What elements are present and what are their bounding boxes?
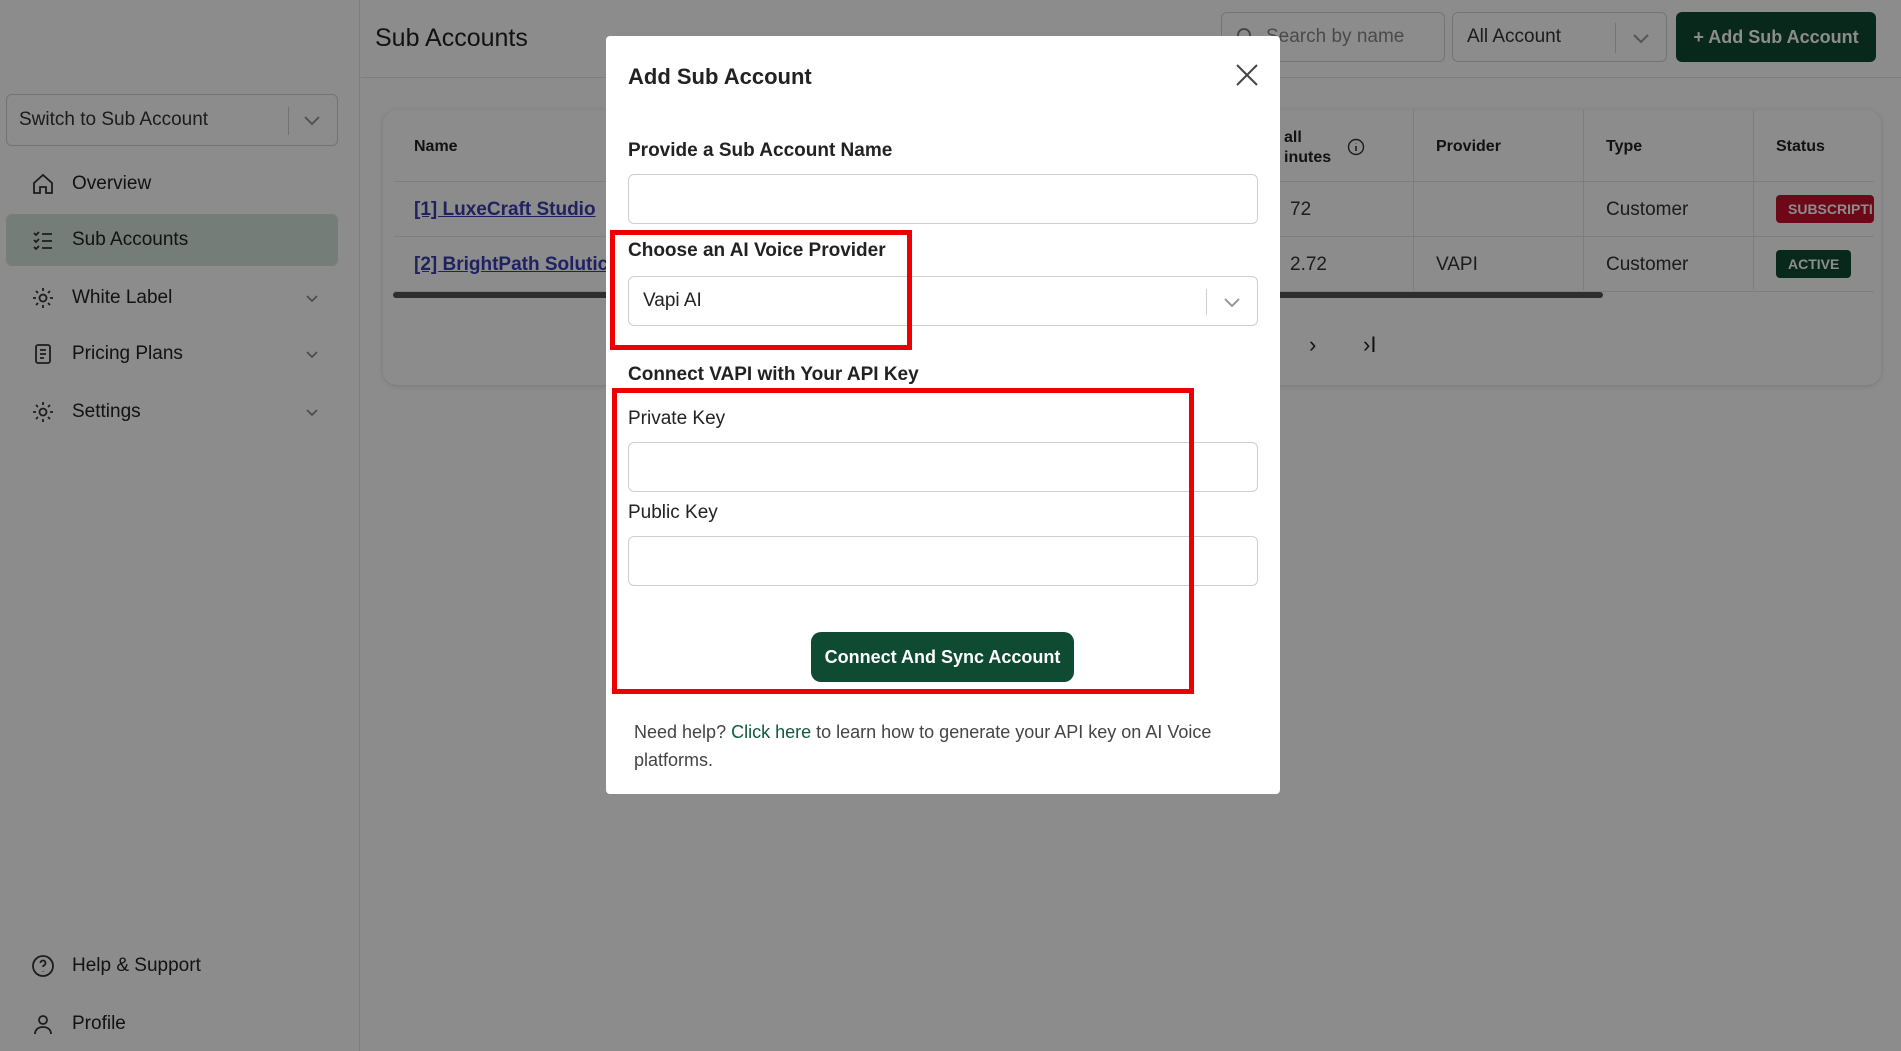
- highlight-box: [612, 388, 1194, 694]
- highlight-box: [610, 230, 912, 350]
- chevron-down-icon: [1224, 298, 1240, 308]
- select-divider: [1206, 289, 1207, 315]
- help-prefix: Need help?: [634, 722, 732, 742]
- close-icon[interactable]: [1234, 62, 1260, 88]
- dialog-title: Add Sub Account: [628, 64, 812, 89]
- help-text: Need help? Click here to learn how to ge…: [634, 718, 1244, 774]
- sub-account-name-label: Provide a Sub Account Name: [628, 140, 893, 161]
- connect-section-label: Connect VAPI with Your API Key: [628, 364, 919, 385]
- sub-account-name-input[interactable]: [628, 174, 1258, 224]
- help-link[interactable]: Click here: [731, 722, 811, 742]
